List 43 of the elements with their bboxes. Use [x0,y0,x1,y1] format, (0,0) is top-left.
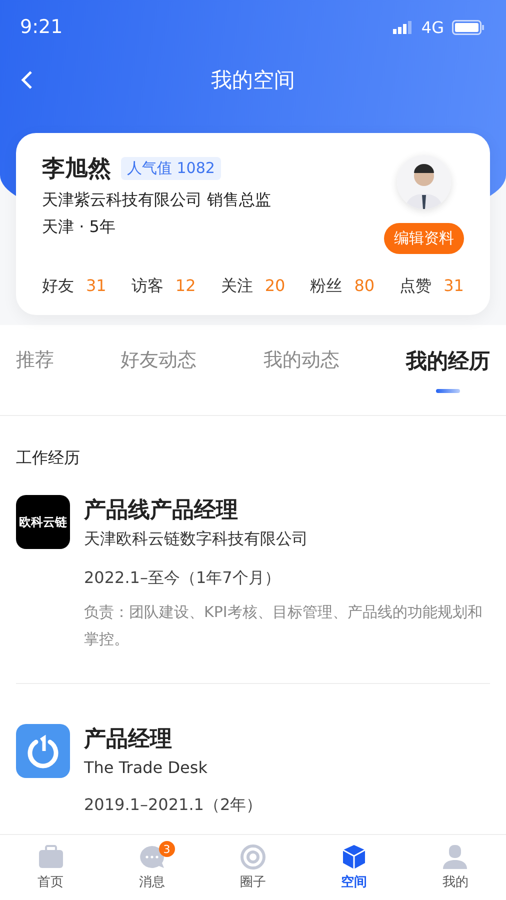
stat-value: 20 [264,276,286,297]
stat-value: 12 [175,276,196,297]
nav-tab[interactable]: 消息 3 [101,835,202,900]
job-title: 产品经理 [84,726,173,754]
nav-tab[interactable]: 圈子 [202,835,304,900]
popularity-tag: 人气值 1082 [121,157,221,180]
section-title: 工作经历 [16,448,81,469]
company-title: 天津紫云科技有限公司 销售总监 [42,190,272,211]
job-title: 产品线产品经理 [84,497,239,525]
tab[interactable]: 我的动态 [263,347,340,373]
company-name: 天津欧科云链数字科技有限公司 [84,529,309,550]
stat-label: 粉丝 [310,276,342,297]
nav-tab[interactable]: 首页 [0,835,102,900]
person-icon [441,844,470,870]
briefcase-icon [36,844,65,870]
signal-icon [393,20,414,34]
location-years: 天津 · 5年 [42,217,116,238]
tab[interactable]: 我的经历 [406,347,490,375]
power-icon [16,724,70,778]
stat-value: 80 [354,276,375,297]
status-time: 9:21 [20,16,63,38]
user-name: 李旭然 [42,155,111,184]
page-title: 我的空间 [211,67,295,94]
stat-label: 关注 [220,276,253,297]
stat-label: 好友 [42,276,74,297]
stat-value: 31 [86,276,106,297]
tab-indicator [436,389,460,393]
stat-label: 访客 [131,276,164,297]
stat-value: 31 [444,276,464,297]
job-description: 负责：团队建设、KPI考核、目标管理、产品线的功能规划和掌控。 [84,602,484,650]
company-name: The Trade Desk [84,758,208,777]
job-period: 2022.1–至今（1年7个月） [84,568,282,589]
unread-badge: 3 [158,841,175,857]
tab[interactable]: 好友动态 [120,347,197,373]
nav-tab[interactable]: 我的 [404,835,506,900]
nav-tab[interactable]: 空间 [304,835,405,900]
tab[interactable]: 推荐 [16,347,54,373]
job-period: 2019.1–2021.1（2年） [84,795,262,816]
battery-icon [452,20,484,34]
network-label: 4G [421,18,444,36]
chat-icon [138,844,166,870]
stat-label: 点赞 [400,276,432,297]
company-logo: 欧科云链 [16,495,70,549]
